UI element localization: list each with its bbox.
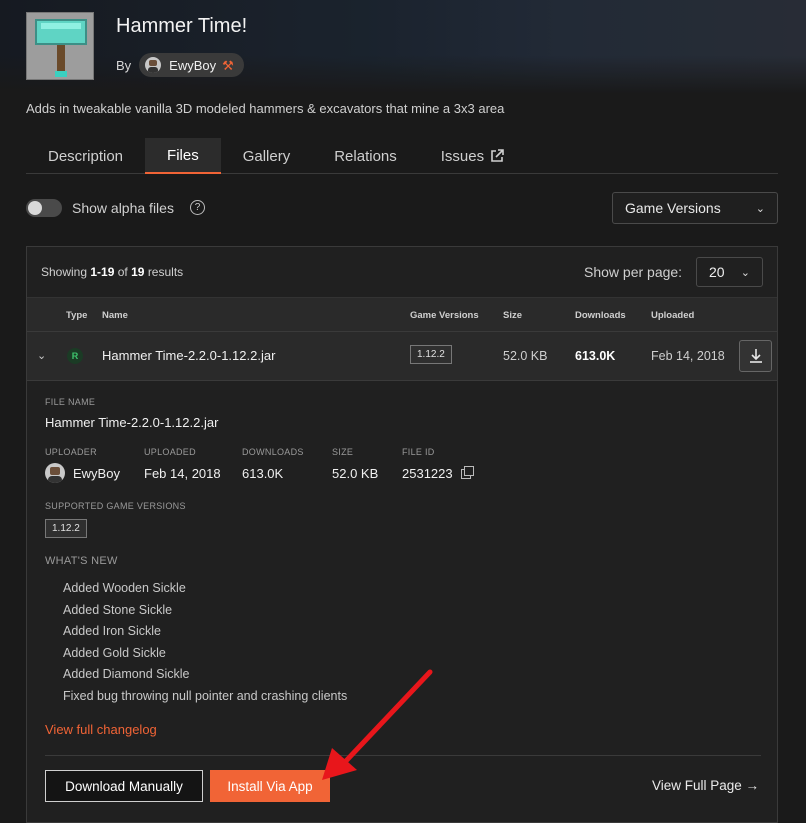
downloads-value: 613.0K (242, 466, 284, 481)
install-via-app-button[interactable]: Install Via App (210, 770, 330, 802)
tab-label: Issues (440, 147, 485, 165)
changelog-list: Added Wooden Sickle Added Stone Sickle A… (63, 578, 347, 708)
size-label: SIZE (332, 447, 354, 457)
uploaded-cell: Feb 14, 2018 (651, 349, 725, 363)
external-link-icon (491, 149, 504, 162)
results-summary: Showing 1-19 of 19 results (41, 265, 183, 279)
column-downloads: Downloads (575, 310, 626, 321)
game-version-tag: 1.12.2 (45, 519, 87, 538)
tab-files[interactable]: Files (145, 138, 221, 174)
per-page-label: Show per page: (584, 264, 683, 280)
of-label: of (117, 265, 128, 279)
game-version-tag: 1.12.2 (410, 345, 452, 364)
tab-label: Gallery (242, 147, 291, 165)
tab-gallery[interactable]: Gallery (221, 138, 313, 174)
per-page-dropdown[interactable]: 20 ⌄ (696, 257, 763, 287)
file-name-cell[interactable]: Hammer Time-2.2.0-1.12.2.jar (102, 348, 275, 363)
tab-label: Files (167, 146, 199, 164)
game-versions-dropdown[interactable]: Game Versions ⌄ (612, 192, 778, 224)
size-cell: 52.0 KB (503, 349, 548, 363)
release-type-badge: R (67, 348, 83, 364)
hammer-pick-icon: ⚒ (222, 57, 234, 73)
uploader-value[interactable]: EwyBoy (73, 466, 120, 481)
column-type: Type (66, 310, 88, 321)
alpha-files-toggle[interactable] (26, 199, 62, 217)
list-item: Added Gold Sickle (63, 645, 166, 660)
chevron-down-icon: ⌄ (740, 266, 750, 279)
table-row[interactable]: ⌄ R Hammer Time-2.2.0-1.12.2.jar 1.12.2 … (27, 331, 777, 381)
chevron-down-icon[interactable]: ⌄ (37, 349, 46, 362)
project-tabs: Description Files Gallery Relations Issu… (26, 138, 778, 174)
tab-label: Relations (334, 147, 397, 165)
list-item: Added Iron Sickle (63, 624, 161, 639)
view-full-page-link[interactable]: View Full Page → (652, 778, 759, 793)
project-logo (26, 12, 94, 80)
uploader-avatar (45, 463, 65, 483)
copy-icon[interactable] (461, 466, 474, 479)
tab-description[interactable]: Description (26, 138, 145, 174)
tab-label: Description (48, 147, 124, 165)
game-versions-label: Game Versions (625, 200, 721, 216)
showing-prefix: Showing (41, 265, 88, 279)
column-uploaded: Uploaded (651, 310, 695, 321)
size-value: 52.0 KB (332, 466, 379, 481)
divider (45, 755, 761, 756)
results-range: 1-19 (90, 265, 115, 279)
download-manually-button[interactable]: Download Manually (45, 770, 203, 802)
file-filters: Show alpha files ? Game Versions ⌄ (26, 192, 778, 224)
download-button[interactable] (739, 340, 772, 372)
uploader-label: UPLOADER (45, 447, 97, 457)
view-full-changelog-link[interactable]: View full changelog (45, 722, 157, 737)
files-panel: Showing 1-19 of 19 results Show per page… (26, 246, 778, 823)
tab-relations[interactable]: Relations (312, 138, 419, 174)
list-item: Fixed bug throwing null pointer and cras… (63, 688, 348, 703)
downloads-label: DOWNLOADS (242, 447, 304, 457)
supported-versions-label: SUPPORTED GAME VERSIONS (45, 501, 186, 511)
file-name-label: FILE NAME (45, 397, 96, 407)
column-game-versions: Game Versions (410, 310, 479, 321)
download-icon (749, 349, 762, 363)
question-icon[interactable]: ? (190, 200, 205, 215)
list-item: Added Diamond Sickle (63, 667, 190, 682)
column-size: Size (503, 310, 523, 321)
uploaded-label: UPLOADED (144, 447, 196, 457)
list-item: Added Wooden Sickle (63, 581, 186, 595)
file-id-label: FILE ID (402, 447, 435, 457)
alpha-files-label: Show alpha files (72, 200, 174, 216)
author-avatar (145, 57, 162, 73)
project-title: Hammer Time! (116, 15, 248, 37)
by-label: By (116, 57, 132, 73)
per-page-value: 20 (709, 264, 725, 280)
file-name-value: Hammer Time-2.2.0-1.12.2.jar (45, 415, 219, 430)
results-total: 19 (131, 265, 145, 279)
chevron-down-icon: ⌄ (755, 202, 765, 215)
project-byline: By EwyBoy ⚒ (116, 53, 244, 77)
uploaded-value: Feb 14, 2018 (144, 466, 221, 481)
tab-issues[interactable]: Issues (419, 138, 526, 174)
files-table-header: Type Name Game Versions Size Downloads U… (27, 297, 777, 331)
whats-new-label: WHAT'S NEW (45, 555, 118, 567)
author-name: EwyBoy (169, 57, 217, 73)
results-bar: Showing 1-19 of 19 results Show per page… (27, 247, 777, 297)
project-summary: Adds in tweakable vanilla 3D modeled ham… (26, 101, 505, 116)
downloads-cell: 613.0K (575, 349, 616, 363)
author-chip[interactable]: EwyBoy ⚒ (139, 53, 244, 77)
results-suffix: results (147, 265, 184, 279)
column-name: Name (102, 310, 128, 321)
project-header: Hammer Time! By EwyBoy ⚒ (26, 12, 786, 82)
list-item: Added Stone Sickle (63, 602, 173, 617)
file-id-value: 2531223 (402, 466, 453, 481)
